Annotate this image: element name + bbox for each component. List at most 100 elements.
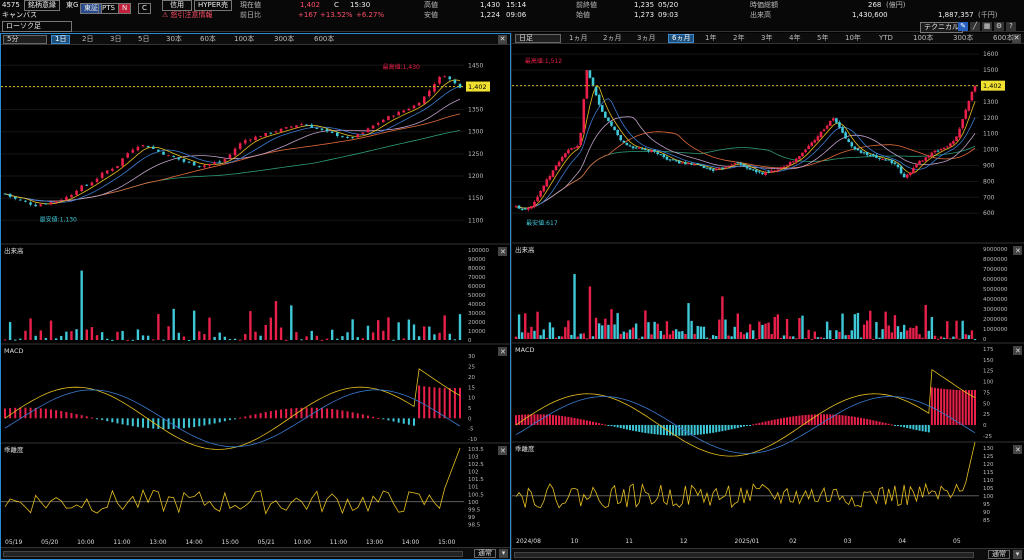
left-interval-select[interactable]: 5分 bbox=[3, 35, 47, 44]
candle-body bbox=[594, 87, 598, 96]
left-tab-6[interactable]: 100本 bbox=[231, 35, 257, 44]
macd-histogram-bar bbox=[548, 414, 551, 425]
right-tab-3[interactable]: 6ヵ月 bbox=[668, 34, 695, 43]
right-footer-dropdown-icon[interactable]: ▾ bbox=[1013, 550, 1022, 559]
subplot-tick: 100000 bbox=[468, 248, 489, 254]
ma-line-20 bbox=[4, 98, 461, 202]
macd-histogram-bar bbox=[433, 387, 436, 419]
candle-body bbox=[896, 164, 900, 168]
candle-body bbox=[681, 162, 684, 164]
right-tab-1[interactable]: 2ヵ月 bbox=[600, 34, 624, 43]
volume-bar bbox=[305, 336, 308, 340]
volume-bar bbox=[653, 321, 656, 339]
pen-icon[interactable]: ✎ bbox=[958, 22, 968, 31]
volume-bar bbox=[896, 326, 900, 339]
right-tab-7[interactable]: 4年 bbox=[786, 34, 803, 43]
volume-bar bbox=[75, 329, 78, 340]
left-footer-dropdown-icon[interactable]: ▾ bbox=[499, 549, 508, 558]
pts-button[interactable]: PTS bbox=[98, 3, 119, 14]
right-footer-select[interactable]: 通常 bbox=[988, 550, 1010, 559]
macd-histogram-bar bbox=[341, 410, 344, 419]
volume-bar bbox=[912, 327, 915, 339]
macd-histogram-bar bbox=[937, 388, 940, 425]
left-tab-8[interactable]: 600本 bbox=[311, 35, 337, 44]
macd-histogram-bar bbox=[392, 418, 395, 422]
right-tab-13[interactable]: 600本 bbox=[990, 34, 1016, 43]
volume-bar bbox=[782, 335, 786, 339]
macd-histogram-bar bbox=[903, 424, 906, 428]
volume-bar bbox=[198, 331, 201, 340]
right-tab-12[interactable]: 300本 bbox=[950, 34, 976, 43]
company-info-button[interactable]: 銘柄意縁 bbox=[24, 0, 60, 11]
macd-histogram-bar bbox=[730, 424, 733, 430]
candle-body bbox=[600, 105, 604, 112]
macd-histogram-bar bbox=[44, 408, 47, 419]
macd-histogram-bar bbox=[684, 424, 687, 436]
candle-body bbox=[126, 153, 129, 158]
left-scrollbar[interactable] bbox=[3, 551, 463, 557]
settings-icon[interactable]: ⚙ bbox=[994, 22, 1004, 31]
signal-line bbox=[515, 396, 976, 454]
volume-bar bbox=[739, 332, 743, 339]
candle-body bbox=[151, 146, 155, 149]
candle-body bbox=[597, 94, 601, 105]
subplot-tick: 125 bbox=[983, 454, 994, 460]
candle-body bbox=[718, 167, 721, 169]
right-tab-6[interactable]: 3年 bbox=[758, 34, 775, 43]
volume-bar bbox=[736, 313, 739, 339]
left-footer-select[interactable]: 通常 bbox=[474, 549, 496, 558]
shinyo-button[interactable]: 信用 bbox=[162, 0, 192, 11]
hyper-button[interactable]: HYPER売 bbox=[194, 0, 233, 11]
macd-histogram-bar bbox=[930, 387, 933, 425]
volume-bar bbox=[533, 330, 536, 339]
volume-bar bbox=[622, 331, 626, 339]
right-interval-select[interactable]: 日足 bbox=[515, 34, 561, 43]
volume-bar bbox=[203, 334, 206, 340]
macd-histogram-bar bbox=[4, 408, 6, 419]
right-tab-5[interactable]: 2年 bbox=[730, 34, 747, 43]
left-close-icon[interactable]: ✕ bbox=[498, 35, 507, 44]
c-button[interactable]: C bbox=[138, 3, 151, 14]
left-tab-5[interactable]: 60本 bbox=[197, 35, 219, 44]
right-tab-9[interactable]: 10年 bbox=[842, 34, 864, 43]
candle-body bbox=[116, 165, 119, 168]
volume-bar bbox=[902, 324, 906, 339]
help-icon[interactable]: ? bbox=[1006, 22, 1016, 31]
price-label: 現在値 bbox=[240, 1, 261, 9]
volume-bar bbox=[279, 327, 283, 340]
left-tab-0[interactable]: 1日 bbox=[51, 35, 71, 44]
n-button[interactable]: N bbox=[118, 3, 132, 14]
candle-body bbox=[548, 176, 552, 180]
volume-bar bbox=[625, 332, 629, 339]
left-tab-3[interactable]: 5日 bbox=[135, 35, 152, 44]
macd-histogram-bar bbox=[351, 412, 354, 419]
right-tab-4[interactable]: 1年 bbox=[702, 34, 719, 43]
technical-button[interactable]: テクニカル bbox=[920, 22, 963, 33]
macd-histogram-bar bbox=[656, 424, 659, 435]
volume-bar bbox=[530, 326, 533, 339]
left-tab-4[interactable]: 30本 bbox=[163, 35, 185, 44]
subplot-tick: 95 bbox=[983, 502, 990, 508]
deviation-line bbox=[4, 447, 461, 515]
macd-histogram-bar bbox=[601, 423, 604, 425]
subplot-tick: 85 bbox=[983, 518, 990, 524]
right-tab-10[interactable]: YTD bbox=[876, 34, 896, 43]
right-tab-8[interactable]: 5年 bbox=[814, 34, 831, 43]
left-tab-7[interactable]: 300本 bbox=[271, 35, 297, 44]
right-tab-11[interactable]: 100本 bbox=[910, 34, 936, 43]
right-tab-0[interactable]: 1ヵ月 bbox=[566, 34, 590, 43]
grid-icon[interactable]: ▦ bbox=[982, 22, 992, 31]
candle-body bbox=[223, 159, 227, 162]
macd-histogram-bar bbox=[964, 390, 967, 425]
change-pct-1: +13.52% bbox=[320, 11, 353, 19]
right-tab-2[interactable]: 3ヵ月 bbox=[634, 34, 658, 43]
left-tab-1[interactable]: 2日 bbox=[79, 35, 96, 44]
macd-histogram-bar bbox=[872, 420, 875, 425]
left-tab-2[interactable]: 3日 bbox=[107, 35, 124, 44]
candle-body bbox=[641, 148, 644, 150]
right-scrollbar[interactable] bbox=[514, 552, 974, 558]
volume-bar bbox=[647, 322, 650, 339]
chart-style-select[interactable]: ローソク足 bbox=[2, 21, 72, 32]
draw-tool-icon[interactable]: ╱ bbox=[970, 22, 980, 31]
macd-histogram-bar bbox=[705, 424, 708, 434]
